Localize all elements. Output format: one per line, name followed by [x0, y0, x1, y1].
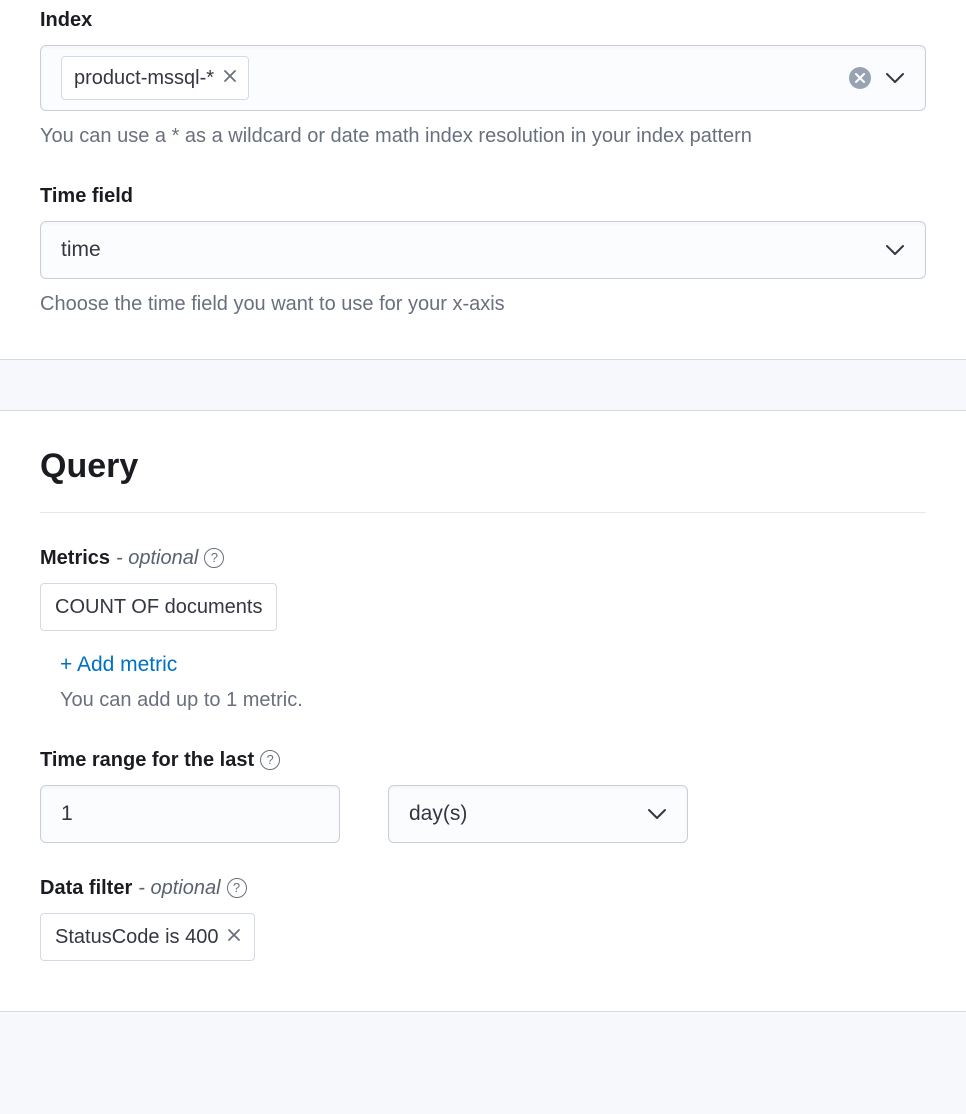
- clear-all-icon[interactable]: [849, 67, 871, 89]
- timefield-select[interactable]: time: [40, 221, 926, 279]
- help-icon[interactable]: ?: [227, 878, 247, 898]
- index-label: Index: [40, 5, 926, 35]
- index-combo-controls: [849, 67, 905, 89]
- timerange-label: Time range for the last ?: [40, 745, 926, 775]
- datafilter-chip[interactable]: StatusCode is 400: [40, 913, 255, 961]
- close-icon[interactable]: [228, 925, 240, 949]
- timerange-unit: day(s): [409, 798, 467, 830]
- chevron-down-icon[interactable]: [885, 71, 905, 85]
- metric-chip[interactable]: COUNT OF documents: [40, 583, 277, 631]
- timefield-helper: Choose the time field you want to use fo…: [40, 289, 820, 319]
- datafilter-label-text: Data filter: [40, 873, 132, 903]
- timerange-number-input[interactable]: 1: [40, 785, 340, 843]
- timerange-field: Time range for the last ? 1 day(s): [40, 745, 926, 843]
- datafilter-chip-text: StatusCode is 400: [55, 922, 218, 952]
- index-field: Index product-mssql-* You can use a * as…: [40, 5, 926, 151]
- timerange-unit-select[interactable]: day(s): [388, 785, 688, 843]
- timefield-value: time: [61, 234, 101, 266]
- metrics-label: Metrics - optional ?: [40, 543, 926, 573]
- datafilter-field: Data filter - optional ? StatusCode is 4…: [40, 873, 926, 961]
- add-metric-link[interactable]: + Add metric: [60, 649, 177, 681]
- chevron-down-icon[interactable]: [885, 243, 905, 257]
- timefield-label: Time field: [40, 181, 926, 211]
- timefield-field: Time field time Choose the time field yo…: [40, 181, 926, 319]
- help-icon[interactable]: ?: [204, 548, 224, 568]
- metrics-optional: - optional: [116, 543, 198, 573]
- close-icon[interactable]: [224, 66, 236, 90]
- datafilter-optional: - optional: [138, 873, 220, 903]
- index-chip-text: product-mssql-*: [74, 63, 214, 93]
- datafilter-label: Data filter - optional ?: [40, 873, 926, 903]
- index-chip[interactable]: product-mssql-*: [61, 56, 249, 100]
- index-helper: You can use a * as a wildcard or date ma…: [40, 121, 820, 151]
- metrics-field: Metrics - optional ? COUNT OF documents …: [40, 543, 926, 715]
- index-combobox[interactable]: product-mssql-*: [40, 45, 926, 111]
- timerange-value: 1: [61, 798, 73, 830]
- query-title: Query: [40, 441, 926, 513]
- metrics-label-text: Metrics: [40, 543, 110, 573]
- timerange-label-text: Time range for the last: [40, 745, 254, 775]
- add-metric-help: You can add up to 1 metric.: [60, 685, 926, 715]
- help-icon[interactable]: ?: [260, 750, 280, 770]
- query-panel: Query Metrics - optional ? COUNT OF docu…: [0, 410, 966, 1012]
- chevron-down-icon[interactable]: [647, 807, 667, 821]
- index-panel: Index product-mssql-* You can use a * as…: [0, 0, 966, 360]
